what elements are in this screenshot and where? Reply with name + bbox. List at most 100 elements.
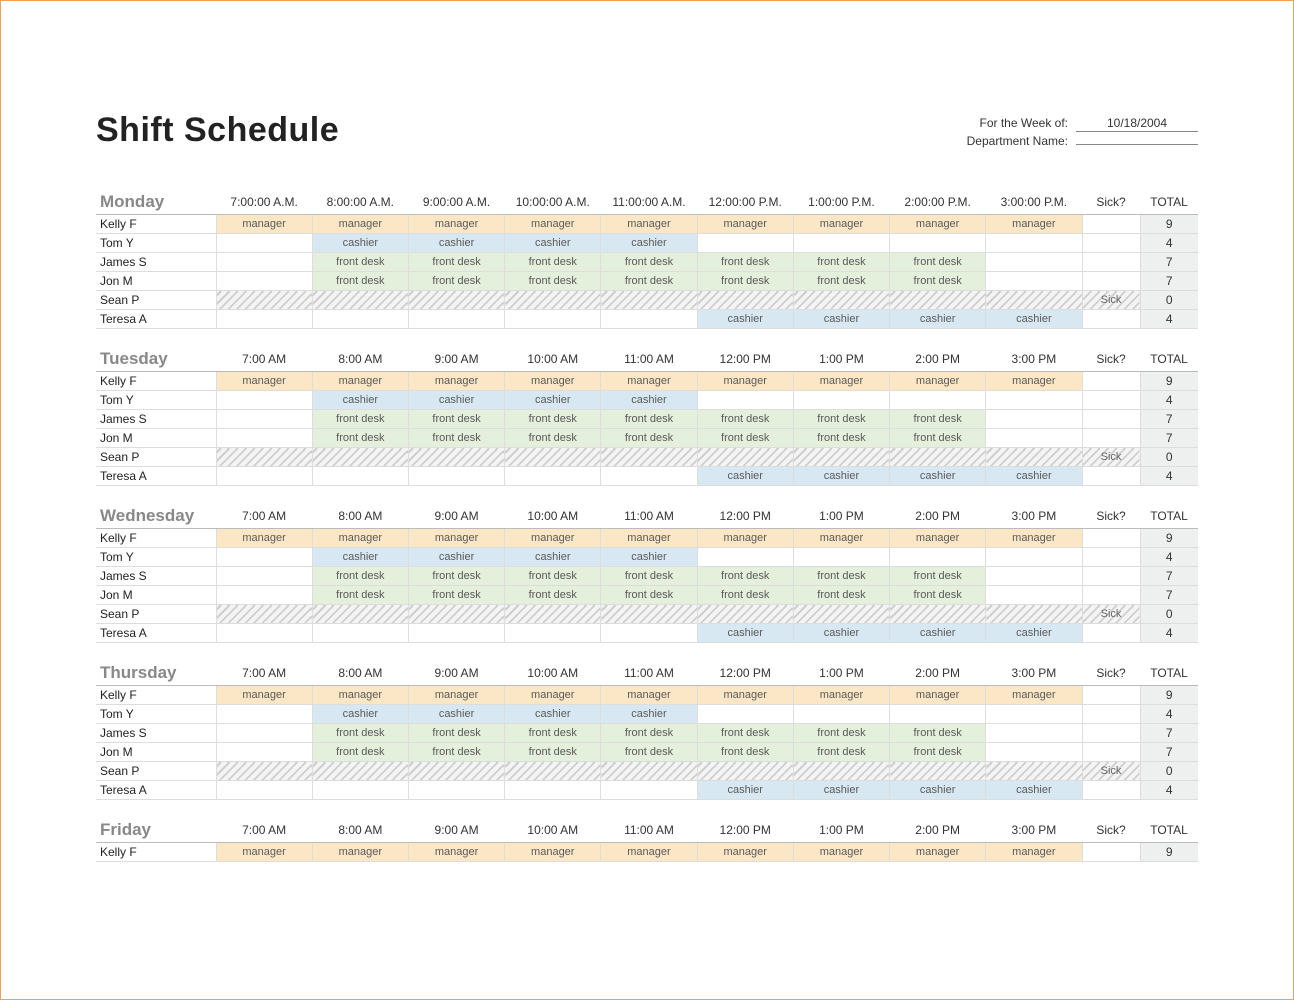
shift-cell[interactable] bbox=[408, 762, 504, 781]
sick-cell[interactable] bbox=[1082, 843, 1140, 862]
shift-cell[interactable]: manager bbox=[216, 843, 312, 862]
sick-cell[interactable] bbox=[1082, 586, 1140, 605]
shift-cell[interactable] bbox=[697, 391, 793, 410]
shift-cell[interactable]: front desk bbox=[890, 586, 986, 605]
shift-cell[interactable]: front desk bbox=[505, 567, 601, 586]
sick-cell[interactable]: Sick bbox=[1082, 762, 1140, 781]
shift-cell[interactable]: cashier bbox=[793, 467, 889, 486]
shift-cell[interactable] bbox=[793, 548, 889, 567]
shift-cell[interactable] bbox=[986, 391, 1082, 410]
shift-cell[interactable]: cashier bbox=[986, 310, 1082, 329]
shift-cell[interactable] bbox=[697, 291, 793, 310]
sick-cell[interactable] bbox=[1082, 391, 1140, 410]
shift-cell[interactable] bbox=[216, 743, 312, 762]
shift-cell[interactable]: front desk bbox=[793, 253, 889, 272]
shift-cell[interactable]: manager bbox=[312, 529, 408, 548]
shift-cell[interactable] bbox=[312, 291, 408, 310]
sick-cell[interactable] bbox=[1082, 272, 1140, 291]
shift-cell[interactable] bbox=[312, 762, 408, 781]
shift-cell[interactable]: cashier bbox=[890, 467, 986, 486]
shift-cell[interactable] bbox=[312, 624, 408, 643]
shift-cell[interactable] bbox=[505, 291, 601, 310]
shift-cell[interactable]: manager bbox=[986, 843, 1082, 862]
shift-cell[interactable] bbox=[408, 310, 504, 329]
shift-cell[interactable]: front desk bbox=[601, 743, 697, 762]
shift-cell[interactable] bbox=[216, 762, 312, 781]
shift-cell[interactable]: manager bbox=[697, 372, 793, 391]
shift-cell[interactable]: front desk bbox=[601, 429, 697, 448]
shift-cell[interactable] bbox=[601, 291, 697, 310]
shift-cell[interactable] bbox=[986, 743, 1082, 762]
shift-cell[interactable]: front desk bbox=[890, 410, 986, 429]
shift-cell[interactable] bbox=[312, 605, 408, 624]
shift-cell[interactable]: manager bbox=[408, 372, 504, 391]
shift-cell[interactable]: manager bbox=[216, 686, 312, 705]
shift-cell[interactable] bbox=[986, 253, 1082, 272]
shift-cell[interactable] bbox=[505, 467, 601, 486]
shift-cell[interactable] bbox=[216, 605, 312, 624]
shift-cell[interactable] bbox=[697, 548, 793, 567]
shift-cell[interactable]: manager bbox=[793, 529, 889, 548]
shift-cell[interactable] bbox=[505, 624, 601, 643]
shift-cell[interactable]: manager bbox=[505, 215, 601, 234]
shift-cell[interactable]: manager bbox=[986, 372, 1082, 391]
shift-cell[interactable] bbox=[216, 624, 312, 643]
shift-cell[interactable] bbox=[986, 567, 1082, 586]
shift-cell[interactable]: front desk bbox=[890, 567, 986, 586]
shift-cell[interactable]: front desk bbox=[408, 253, 504, 272]
shift-cell[interactable]: front desk bbox=[408, 586, 504, 605]
shift-cell[interactable] bbox=[601, 467, 697, 486]
sick-cell[interactable] bbox=[1082, 310, 1140, 329]
sick-cell[interactable] bbox=[1082, 548, 1140, 567]
shift-cell[interactable] bbox=[697, 762, 793, 781]
shift-cell[interactable] bbox=[216, 448, 312, 467]
shift-cell[interactable]: front desk bbox=[312, 567, 408, 586]
shift-cell[interactable] bbox=[986, 586, 1082, 605]
shift-cell[interactable]: manager bbox=[408, 686, 504, 705]
shift-cell[interactable]: manager bbox=[312, 843, 408, 862]
sick-cell[interactable]: Sick bbox=[1082, 291, 1140, 310]
shift-cell[interactable]: front desk bbox=[890, 724, 986, 743]
shift-cell[interactable] bbox=[505, 310, 601, 329]
shift-cell[interactable] bbox=[408, 605, 504, 624]
sick-cell[interactable] bbox=[1082, 624, 1140, 643]
shift-cell[interactable] bbox=[986, 291, 1082, 310]
shift-cell[interactable]: front desk bbox=[505, 724, 601, 743]
sick-cell[interactable] bbox=[1082, 529, 1140, 548]
shift-cell[interactable] bbox=[986, 548, 1082, 567]
shift-cell[interactable]: cashier bbox=[505, 391, 601, 410]
shift-cell[interactable] bbox=[601, 781, 697, 800]
shift-cell[interactable] bbox=[986, 272, 1082, 291]
shift-cell[interactable]: front desk bbox=[505, 253, 601, 272]
shift-cell[interactable] bbox=[793, 762, 889, 781]
shift-cell[interactable] bbox=[312, 448, 408, 467]
shift-cell[interactable]: front desk bbox=[697, 410, 793, 429]
shift-cell[interactable] bbox=[986, 234, 1082, 253]
shift-cell[interactable]: manager bbox=[601, 843, 697, 862]
shift-cell[interactable] bbox=[216, 548, 312, 567]
shift-cell[interactable]: front desk bbox=[312, 410, 408, 429]
shift-cell[interactable] bbox=[216, 291, 312, 310]
shift-cell[interactable] bbox=[312, 781, 408, 800]
shift-cell[interactable] bbox=[312, 467, 408, 486]
shift-cell[interactable]: manager bbox=[793, 372, 889, 391]
shift-cell[interactable] bbox=[505, 781, 601, 800]
sick-cell[interactable] bbox=[1082, 410, 1140, 429]
sick-cell[interactable] bbox=[1082, 234, 1140, 253]
shift-cell[interactable] bbox=[986, 762, 1082, 781]
shift-cell[interactable]: front desk bbox=[697, 743, 793, 762]
shift-cell[interactable]: manager bbox=[890, 843, 986, 862]
shift-cell[interactable] bbox=[890, 548, 986, 567]
shift-cell[interactable] bbox=[986, 705, 1082, 724]
shift-cell[interactable]: front desk bbox=[793, 743, 889, 762]
shift-cell[interactable] bbox=[890, 448, 986, 467]
shift-cell[interactable]: manager bbox=[601, 215, 697, 234]
shift-cell[interactable]: manager bbox=[505, 843, 601, 862]
shift-cell[interactable] bbox=[697, 605, 793, 624]
shift-cell[interactable] bbox=[890, 391, 986, 410]
shift-cell[interactable]: manager bbox=[697, 686, 793, 705]
shift-cell[interactable]: front desk bbox=[408, 567, 504, 586]
shift-cell[interactable]: front desk bbox=[890, 743, 986, 762]
shift-cell[interactable] bbox=[601, 605, 697, 624]
shift-cell[interactable] bbox=[986, 410, 1082, 429]
